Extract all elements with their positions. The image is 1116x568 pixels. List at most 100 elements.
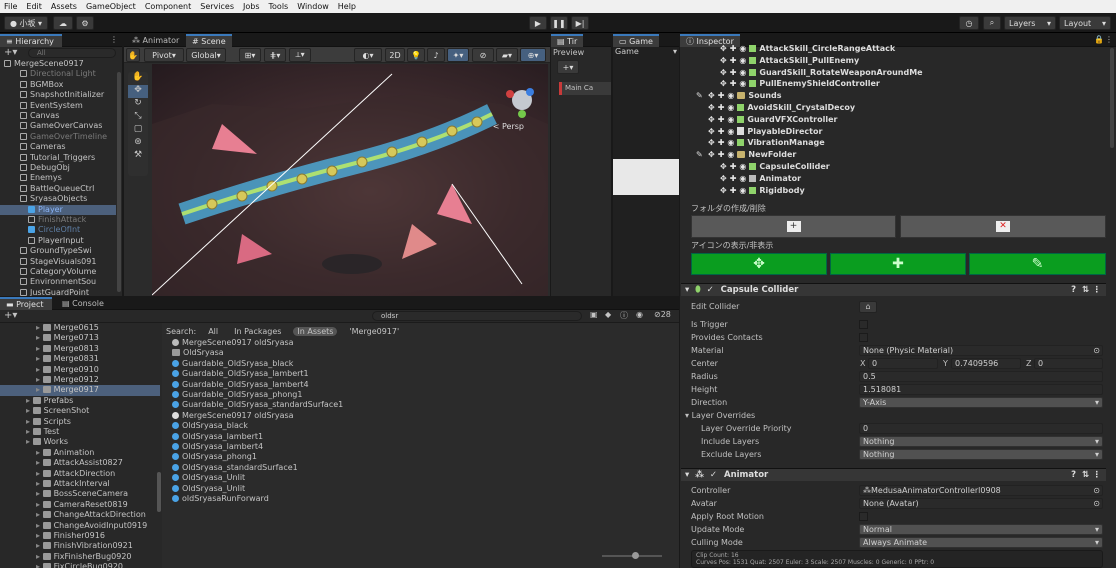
toggle-move-icons-button[interactable]: ✥ [691, 253, 827, 275]
move-icon[interactable]: ✥ [708, 91, 715, 100]
include-layers-dropdown[interactable]: Nothing ▾ [859, 436, 1103, 447]
toggle-icon[interactable]: ✚ [718, 91, 725, 100]
menu-item-jobs[interactable]: Jobs [243, 2, 260, 11]
folder-tree-item[interactable]: ▸ Finisher0916 [0, 531, 160, 541]
inspector-tree-item[interactable]: ✎ ✥ ✚ ◉ Sounds [680, 90, 1110, 102]
toggle-icon[interactable]: ✚ [730, 174, 737, 183]
hierarchy-item[interactable]: BGMBox [0, 80, 116, 90]
folder-tree-item[interactable]: ▸ AttackAssist0827 [0, 458, 160, 468]
toggle-icon[interactable]: ✚ [730, 79, 737, 88]
inspector-tree-item[interactable]: ✥ ✚ ◉ Animator [680, 173, 1110, 185]
transform-tool-icon[interactable]: ⊛ [128, 137, 148, 150]
move-icon[interactable]: ✥ [708, 138, 715, 147]
folder-tree-item[interactable]: ▸ BossSceneCamera [0, 489, 160, 499]
folder-tree-item[interactable]: ▸ FinishVibration0921 [0, 541, 160, 551]
chevron-right-icon[interactable]: ▸ [36, 469, 43, 478]
step-button[interactable]: ▶| [571, 16, 589, 30]
folder-tree-item[interactable]: ▸ FixCircleBug0920 [0, 562, 160, 568]
toggle-icon[interactable]: ✚ [718, 115, 725, 124]
snap-button[interactable]: ⊞▾ [239, 48, 261, 62]
folder-tree-item[interactable]: ▸ Prefabs [0, 396, 160, 406]
inspector-tree-item[interactable]: ✥ ✚ ◉ GuardVFXController [680, 114, 1110, 126]
eye-icon[interactable]: ◉ [727, 103, 734, 112]
hierarchy-item[interactable]: GameOverCanvas [0, 121, 116, 131]
result-item[interactable]: OldSryasa_lambert4 [172, 442, 672, 452]
chevron-right-icon[interactable]: ▸ [36, 479, 43, 488]
settings-button[interactable]: ⚙ [76, 16, 94, 30]
grid-snap-button[interactable]: ⋕▾ [264, 48, 286, 62]
folder-tree-item[interactable]: ▸ FixFinisherBug0920 [0, 552, 160, 562]
hierarchy-item[interactable]: MergeScene0917 [0, 59, 116, 69]
priority-field[interactable]: 0 [859, 423, 1103, 434]
toggle-icon[interactable]: ✚ [718, 127, 725, 136]
tab-game[interactable]: ▭ Game [613, 34, 659, 47]
eye-icon[interactable]: ◉ [636, 310, 643, 319]
toggle-icon[interactable]: ✚ [718, 150, 725, 159]
hierarchy-item[interactable]: DebugObj [0, 163, 116, 173]
folder-tree-item[interactable]: ▸ Test [0, 427, 160, 437]
enabled-checkbox[interactable]: ✓ [707, 285, 714, 295]
layout-dropdown[interactable]: Layout ▾ [1059, 16, 1111, 30]
game-view[interactable] [613, 159, 679, 195]
direction-dropdown[interactable]: Y-Axis ▾ [859, 397, 1103, 408]
result-item[interactable]: Guardable_OldSryasa_standardSurface1 [172, 400, 672, 410]
eye-icon[interactable]: ◉ [727, 127, 734, 136]
preset-icon[interactable]: ⇅ [1082, 469, 1089, 481]
hierarchy-scrollbar[interactable] [117, 72, 121, 292]
effects-toggle[interactable]: ✦▾ [447, 48, 469, 62]
tab-project[interactable]: ▬ Project [0, 297, 52, 310]
result-item[interactable]: OldSryasa_black [172, 421, 672, 431]
culling-mode-dropdown[interactable]: Always Animate ▾ [859, 537, 1103, 548]
hierarchy-item[interactable]: Tutorial_Triggers [0, 153, 116, 163]
track-main-camera[interactable]: Main Ca [559, 82, 611, 95]
hierarchy-item[interactable]: CategoryVolume [0, 267, 116, 277]
add-icon[interactable]: +▾ [4, 47, 17, 58]
eye-icon[interactable]: ◉ [739, 44, 746, 53]
layers-dropdown[interactable]: Layers ▾ [1004, 16, 1056, 30]
update-mode-dropdown[interactable]: Normal ▾ [859, 524, 1103, 535]
result-item[interactable]: OldSryasa [172, 348, 672, 358]
result-item[interactable]: Guardable_OldSryasa_lambert1 [172, 369, 672, 379]
height-field[interactable]: 1.518081 [859, 384, 1103, 395]
inspector-tree-item[interactable]: ✥ ✚ ◉ VibrationManage [680, 137, 1110, 149]
eye-icon[interactable]: ◉ [739, 56, 746, 65]
account-button[interactable]: ● 小坂 ▾ [4, 16, 48, 30]
hierarchy-item[interactable]: BattleQueueCtrl [0, 184, 116, 194]
inspector-tree-item[interactable]: ✥ ✚ ◉ PullEnemyShieldController [680, 78, 1110, 90]
menu-item-window[interactable]: Window [297, 2, 329, 11]
folder-tree-item[interactable]: ▸ AttackInterval [0, 479, 160, 489]
chevron-right-icon[interactable]: ▸ [36, 510, 43, 519]
folder-tree-item[interactable]: ▸ ScreenShot [0, 406, 160, 416]
enabled-checkbox[interactable]: ✓ [710, 470, 717, 480]
global-dropdown[interactable]: Global ▾ [186, 48, 226, 62]
result-item[interactable]: Guardable_OldSryasa_phong1 [172, 390, 672, 400]
hierarchy-item[interactable]: CircleOfInt [0, 225, 116, 235]
folder-tree-item[interactable]: ▸ Merge0713 [0, 333, 160, 343]
chevron-right-icon[interactable]: ▸ [36, 333, 43, 342]
2d-toggle[interactable]: 2D [385, 48, 405, 62]
toggle-icon[interactable]: ✚ [718, 138, 725, 147]
hierarchy-item[interactable]: EventSystem [0, 101, 116, 111]
animator-header[interactable]: ▾ ⁂ ✓ Animator ? ⇅ ⋮ [681, 468, 1106, 481]
avatar-field[interactable]: None (Avatar) ⊙ [859, 498, 1103, 509]
folder-tree-item[interactable]: ▸ ChangeAvoidInput0919 [0, 521, 160, 531]
search-filter-0[interactable]: All [204, 327, 222, 336]
hierarchy-item[interactable]: Canvas [0, 111, 116, 121]
center-y-field[interactable]: 0.7409596 [951, 358, 1021, 369]
scene-viewport[interactable]: < Persp [152, 64, 548, 296]
hierarchy-item[interactable]: JustGuardPoint [0, 288, 116, 296]
folder-tree-item[interactable]: ▸ Animation [0, 448, 160, 458]
hierarchy-item[interactable]: GameOverTimeline [0, 132, 116, 142]
shading-dropdown[interactable]: ◐▾ [354, 48, 382, 62]
rotate-tool-icon[interactable]: ↻ [128, 98, 148, 111]
play-button[interactable]: ▶ [529, 16, 547, 30]
chevron-right-icon[interactable]: ▸ [36, 562, 43, 568]
menu-item-file[interactable]: File [4, 2, 17, 11]
toggle-icon[interactable]: ✚ [730, 44, 737, 53]
result-item[interactable]: MergeScene0917 oldSryasa [172, 411, 672, 421]
folder-tree-item[interactable]: ▸ CameraReset0819 [0, 500, 160, 510]
hierarchy-item[interactable]: Cameras [0, 142, 116, 152]
move-icon[interactable]: ✥ [720, 56, 727, 65]
inspector-scrollbar[interactable] [1110, 48, 1114, 148]
tab-scene[interactable]: # Scene [186, 34, 232, 47]
